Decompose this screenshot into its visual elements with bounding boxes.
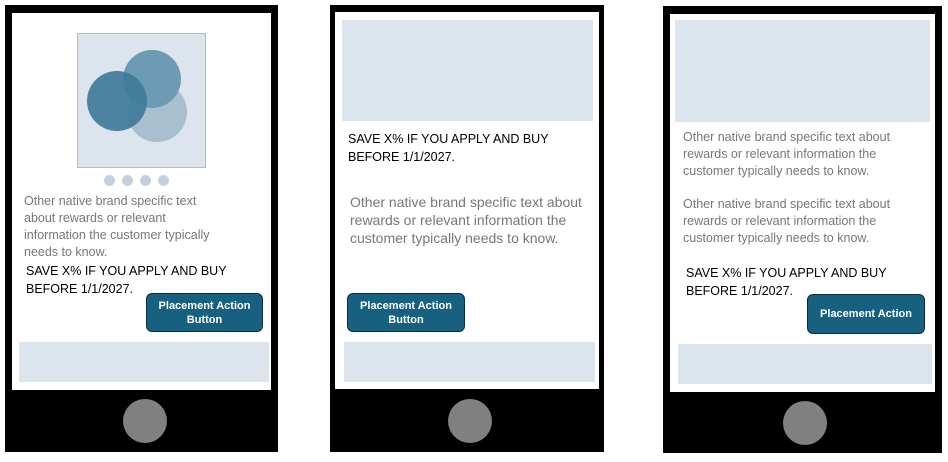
carousel-dot[interactable] (104, 175, 115, 186)
home-button[interactable] (448, 399, 492, 443)
placement-action-button[interactable]: Placement Action (807, 294, 925, 334)
circle-shape (87, 71, 147, 131)
brand-info-text: Other native brand specific text about r… (350, 194, 582, 246)
brand-info-text: Other native brand specific text about r… (24, 194, 210, 259)
phone-mockup-2: SAVE X% IF YOU APPLY AND BUY BEFORE 1/1/… (330, 5, 604, 452)
home-button[interactable] (783, 401, 827, 445)
phone-mockup-1: Other native brand specific text about r… (5, 5, 278, 452)
carousel-dot[interactable] (158, 175, 169, 186)
brand-info-text: Other native brand specific text about r… (683, 197, 891, 245)
bottom-placeholder (678, 344, 932, 384)
bottom-placeholder (19, 342, 269, 382)
placement-action-button[interactable]: Placement Action Button (347, 293, 465, 332)
carousel-dot[interactable] (140, 175, 151, 186)
phone-screen-3: Other native brand specific text about r… (670, 14, 935, 392)
promo-text: SAVE X% IF YOU APPLY AND BUY BEFORE 1/1/… (348, 132, 549, 164)
phone-mockup-3: Other native brand specific text about r… (663, 6, 942, 453)
top-placeholder (342, 20, 593, 121)
bottom-placeholder (344, 342, 595, 382)
brand-info-text: Other native brand specific text about r… (683, 130, 891, 178)
image-placeholder (77, 33, 206, 168)
home-button[interactable] (123, 399, 167, 443)
phone-screen-1: Other native brand specific text about r… (12, 13, 271, 390)
placement-action-button[interactable]: Placement Action Button (146, 293, 263, 332)
carousel-dot[interactable] (122, 175, 133, 186)
phone-screen-2: SAVE X% IF YOU APPLY AND BUY BEFORE 1/1/… (335, 12, 599, 389)
top-placeholder (675, 20, 930, 122)
